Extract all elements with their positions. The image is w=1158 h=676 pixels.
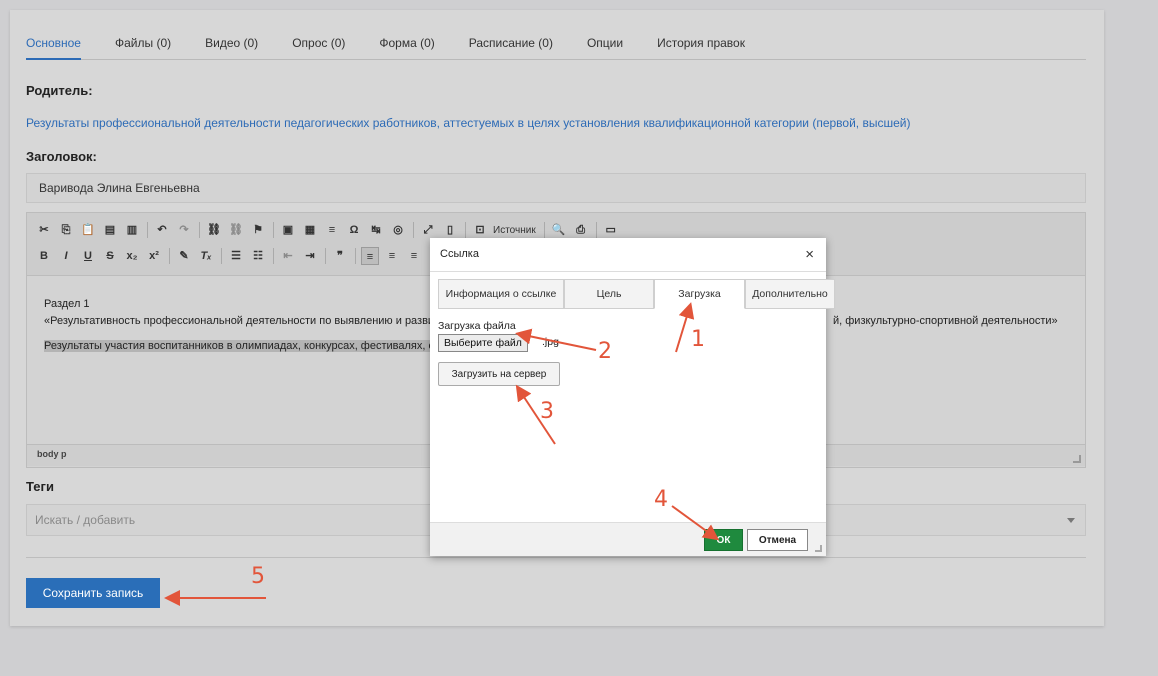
align-right-icon[interactable]: ≡ xyxy=(405,247,423,265)
redo-icon[interactable]: ↷ xyxy=(175,221,193,239)
templates-icon[interactable]: ▭ xyxy=(602,221,620,239)
parent-label: Родитель: xyxy=(26,83,93,98)
tab-files[interactable]: Файлы (0) xyxy=(115,32,171,59)
paste-word-icon[interactable]: ▥ xyxy=(123,221,141,239)
blockquote-icon[interactable]: ❞ xyxy=(331,247,349,265)
link-dialog: Ссылка × Информация о ссылке Цель Загруз… xyxy=(430,238,835,556)
subscript-icon[interactable]: x₂ xyxy=(123,247,141,265)
align-left-icon[interactable]: ≡ xyxy=(361,247,379,265)
dialog-resize-grip-icon[interactable] xyxy=(815,545,822,552)
tabs-bar: Основное Файлы (0) Видео (0) Опрос (0) Ф… xyxy=(26,32,1086,60)
table-icon[interactable]: ▦ xyxy=(301,221,319,239)
underline-icon[interactable]: U xyxy=(79,247,97,265)
maximize-icon[interactable]: ⤢ xyxy=(419,221,437,239)
chosen-file-name: .jpg xyxy=(542,336,559,348)
outdent-icon[interactable]: ⇤ xyxy=(279,247,297,265)
paste-text-icon[interactable]: ▤ xyxy=(101,221,119,239)
divider xyxy=(26,557,1086,558)
title-input[interactable]: Варивода Элина Евгеньевна xyxy=(26,173,1086,203)
image-icon[interactable]: ▣ xyxy=(279,221,297,239)
ok-button[interactable]: ОК xyxy=(704,529,743,551)
unlink-icon[interactable]: ⛓ xyxy=(227,221,245,239)
resize-grip-icon[interactable] xyxy=(1073,455,1081,463)
element-path[interactable]: body p xyxy=(37,449,67,459)
dialog-title: Ссылка xyxy=(440,248,479,260)
tags-label: Теги xyxy=(26,479,54,494)
show-blocks-icon[interactable]: ▯ xyxy=(441,221,459,239)
chevron-down-icon[interactable] xyxy=(1067,518,1075,523)
annotation-1: 1 xyxy=(691,327,705,352)
print-icon[interactable]: ⎙ xyxy=(572,221,590,239)
dialog-tab-advanced[interactable]: Дополнительно xyxy=(745,279,835,309)
save-button[interactable]: Сохранить запись xyxy=(26,578,160,608)
dialog-footer: ОК Отмена xyxy=(430,522,826,556)
dialog-tabs: Информация о ссылке Цель Загрузка Дополн… xyxy=(438,279,838,309)
content-line-selected: Результаты участия воспитанников в олимп… xyxy=(44,340,434,352)
strike-icon[interactable]: S xyxy=(101,247,119,265)
annotation-5: 5 xyxy=(251,564,265,589)
tab-main[interactable]: Основное xyxy=(26,32,81,60)
cut-icon[interactable]: ✂ xyxy=(35,221,53,239)
tab-options[interactable]: Опции xyxy=(587,32,623,59)
annotation-3: 3 xyxy=(540,399,554,424)
dialog-tab-upload[interactable]: Загрузка xyxy=(654,279,745,309)
align-center-icon[interactable]: ≡ xyxy=(383,247,401,265)
dialog-tab-link-info[interactable]: Информация о ссылке xyxy=(438,279,564,309)
annotation-4: 4 xyxy=(654,487,668,512)
copy-icon[interactable]: ⎘ xyxy=(57,221,75,239)
indent-icon[interactable]: ⇥ xyxy=(301,247,319,265)
annotation-2: 2 xyxy=(598,339,612,364)
paste-icon[interactable]: 📋 xyxy=(79,221,97,239)
preview-icon[interactable]: 🔍 xyxy=(550,221,568,239)
tab-history[interactable]: История правок xyxy=(657,32,745,59)
bold-icon[interactable]: B xyxy=(35,247,53,265)
undo-icon[interactable]: ↶ xyxy=(153,221,171,239)
superscript-icon[interactable]: x² xyxy=(145,247,163,265)
cancel-button[interactable]: Отмена xyxy=(747,529,808,551)
anchor-flag-icon[interactable]: ⚑ xyxy=(249,221,267,239)
tab-schedule[interactable]: Расписание (0) xyxy=(469,32,553,59)
choose-file-button[interactable]: Выберите файл xyxy=(438,334,528,352)
dialog-header: Ссылка × xyxy=(430,238,826,272)
upload-to-server-button[interactable]: Загрузить на сервер xyxy=(438,362,560,386)
dialog-tab-target[interactable]: Цель xyxy=(564,279,654,309)
numbered-list-icon[interactable]: ☰ xyxy=(227,247,245,265)
source-label[interactable]: Источник xyxy=(493,225,536,236)
format-brush-icon[interactable]: ✎ xyxy=(175,247,193,265)
iframe-icon[interactable]: ◎ xyxy=(389,221,407,239)
title-label: Заголовок: xyxy=(26,149,97,164)
special-char-icon[interactable]: Ω xyxy=(345,221,363,239)
link-icon[interactable]: ⛓ xyxy=(205,221,223,239)
italic-icon[interactable]: I xyxy=(57,247,75,265)
tags-placeholder: Искать / добавить xyxy=(35,513,136,527)
close-icon[interactable]: × xyxy=(805,246,814,263)
source-icon[interactable]: ⊡ xyxy=(471,221,489,239)
tab-poll[interactable]: Опрос (0) xyxy=(292,32,345,59)
parent-link[interactable]: Результаты профессиональной деятельности… xyxy=(26,116,910,130)
remove-format-icon[interactable]: Tₓ xyxy=(197,247,215,265)
upload-file-label: Загрузка файла xyxy=(438,320,516,332)
bulleted-list-icon[interactable]: ☷ xyxy=(249,247,267,265)
tab-form[interactable]: Форма (0) xyxy=(379,32,434,59)
horizontal-rule-icon[interactable]: ≡ xyxy=(323,221,341,239)
content-line-heading-tail: й, физкультурно-спортивной деятельности» xyxy=(833,315,1058,327)
page-break-icon[interactable]: ↹ xyxy=(367,221,385,239)
tab-video[interactable]: Видео (0) xyxy=(205,32,258,59)
